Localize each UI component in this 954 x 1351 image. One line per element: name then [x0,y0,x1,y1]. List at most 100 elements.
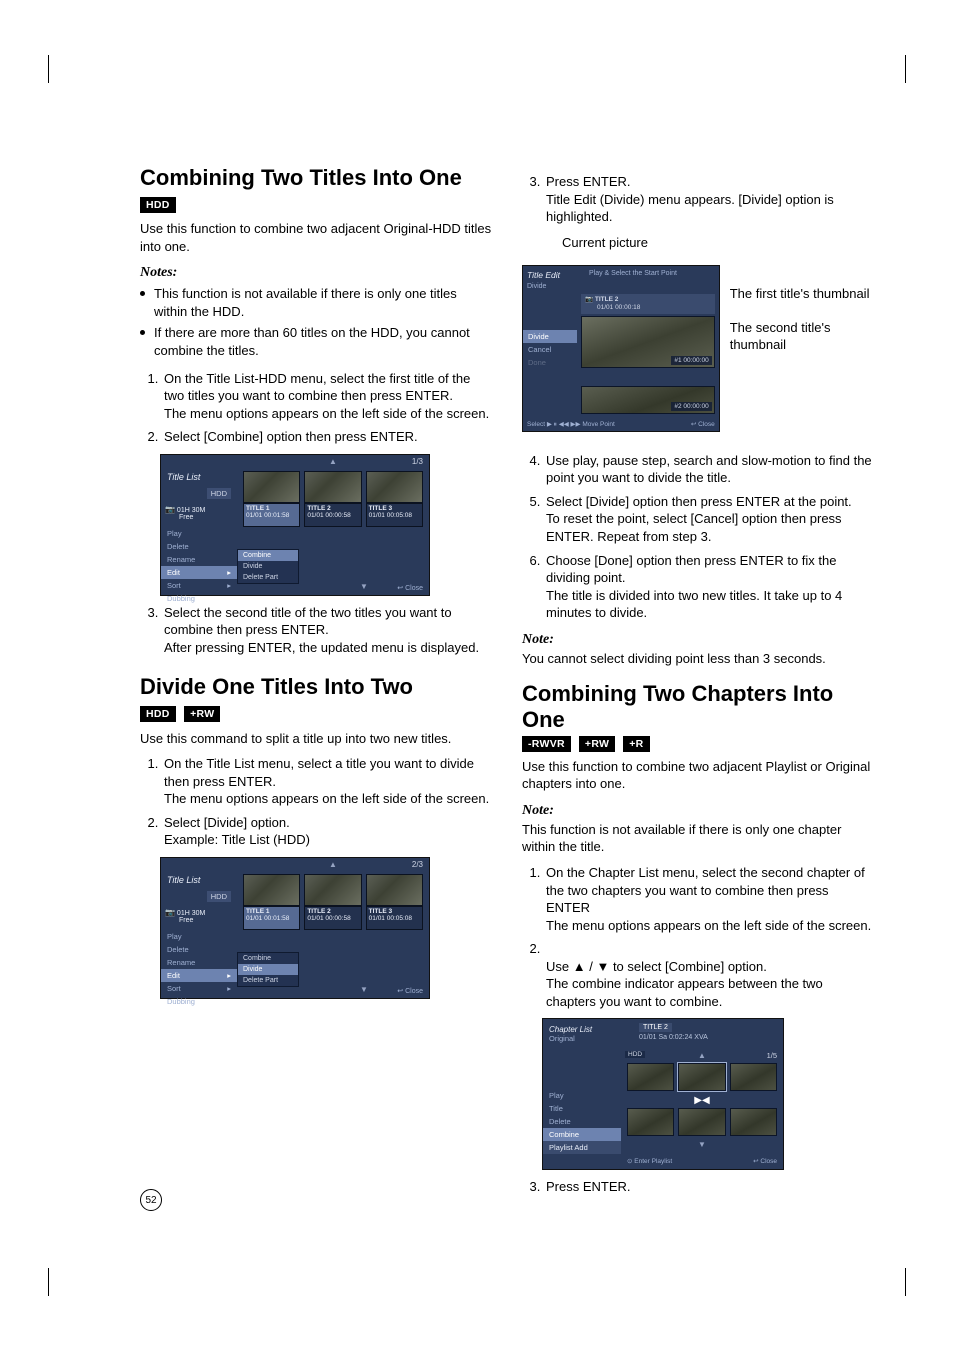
ss-left-info-dur: 01H 30M [177,507,205,514]
te-menu-cancel: Cancel [523,343,577,356]
left-column: Combining Two Titles Into One HDD Use th… [140,165,492,1204]
ss-submenu-deletepart: Delete Part [238,975,298,986]
badge-plus-r: +R [623,736,649,752]
current-picture-label: Current picture [562,234,874,252]
thumbnail [366,874,423,906]
ss-up-arrow-icon: ▲ [329,457,337,466]
ss-submenu-deletepart: Delete Part [238,572,298,583]
title-edit-figure: Title Edit Divide Play & Select the Star… [522,257,874,440]
cl-original-label: Original [549,1034,575,1043]
combine-chapters-intro: Use this function to combine two adjacen… [522,758,874,793]
ss-page-indicator: 2/3 [412,860,423,869]
cl-info: TITLE 2 01/01 Sa 0:02:24 XVA [633,1019,783,1049]
ss-menu: Play Delete Rename Edit▸ Sort▸ Dubbing [161,527,237,595]
ss-title-list-label: Title List [167,875,231,885]
ss-submenu-combine: Combine [238,550,298,561]
te-menu: Divide Cancel Done [523,330,577,369]
ss-submenu-divide: Divide [238,964,298,975]
badge-hdd: HDD [140,706,176,722]
combine-titles-steps-2: Select the second title of the two title… [140,604,492,657]
te-sub-label: Divide [527,283,546,290]
divide-intro: Use this command to split a title up int… [140,730,492,748]
ss-menu-delete: Delete [161,943,237,956]
screenshot-title-edit-divide: Title Edit Divide Play & Select the Star… [522,265,720,432]
ss-down-arrow-icon: ▼ [360,985,368,994]
heading-combine-titles: Combining Two Titles Into One [140,165,492,190]
up-triangle-icon: ▲ [573,959,586,974]
combine-chapters-steps: On the Chapter List menu, select the sec… [522,864,874,1010]
badge-plus-rw: +RW [579,736,615,752]
ss-title-list-label: Title List [167,472,231,482]
ss-submenu: Combine Divide Delete Part [237,549,299,584]
ss-menu-edit: Edit▸ [161,969,237,982]
cl-menu-title: Title [543,1102,621,1115]
notes-label: Notes: [140,265,492,281]
thumbnail [304,471,361,503]
heading-combine-chapters: Combining Two Chapters Into One [522,681,874,732]
ss-up-arrow-icon: ▲ [329,860,337,869]
divide-steps-continued: Press ENTER. Title Edit (Divide) menu ap… [522,173,874,226]
ss-menu-dubbing: Dubbing [161,592,237,605]
chapter-thumbnail [730,1063,777,1091]
ss-title-cell: TITLE 101/01 00:01:58 [243,906,300,930]
divide-steps: On the Title List menu, select a title y… [140,755,492,849]
step-item: Select [Combine] option then press ENTER… [162,428,492,446]
te-info: 📷 TITLE 2 01/01 00:00:18 [581,294,715,314]
step-item: On the Chapter List menu, select the sec… [544,864,874,934]
step-item: On the Title List-HDD menu, select the f… [162,370,492,423]
thumbnail [366,471,423,503]
badge-rwvr: -RWVR [522,736,571,752]
chapter-thumbnail [730,1108,777,1136]
ss-menu-edit: Edit▸ [161,566,237,579]
step-item: Select [Divide] option then press ENTER … [544,493,874,546]
ss-close-label: ↩ Close [397,987,423,995]
step-item: Select [Divide] option. Example: Title L… [162,814,492,849]
cl-menu-combine: Combine [543,1128,621,1141]
chapter-thumbnail [627,1063,674,1091]
combine-chapters-steps-2: Press ENTER. [522,1178,874,1196]
screenshot-title-list-combine: Title List HDD ▲ 1/3 📷 01H 30M [160,454,430,596]
note-item: This function is not available if there … [140,285,492,320]
ss-hdd-tag: HDD [207,891,231,902]
badge-hdd: HDD [140,197,176,213]
combine-titles-steps: On the Title List-HDD menu, select the f… [140,370,492,446]
example-label: Example: Title List (HDD) [164,832,310,847]
chapter-thumbnail [678,1108,725,1136]
ss-title-cell: TITLE 301/01 00:05:08 [366,906,423,930]
first-thumb-annot: The first title's thumbnail [730,285,874,303]
cl-up-arrow-icon: ▲ [698,1051,706,1060]
ss-page-indicator: 1/3 [412,457,423,466]
step-item: On the Title List menu, select a title y… [162,755,492,808]
combine-titles-notes: This function is not available if there … [140,285,492,359]
cl-hdd-badge: HDD [625,1051,645,1058]
te-title-edit-label: Title Edit [527,270,560,280]
te-hint: Play & Select the Start Point [585,266,719,294]
divide-steps-continued-2: Use play, pause step, search and slow-mo… [522,452,874,622]
ss-menu-delete: Delete [161,540,237,553]
ss-left-info-free: Free [179,917,193,924]
te-footer: Select ▶ ⏸ ◀◀ ▶▶ Move Point ↩ Close [523,418,719,431]
divide-note-body: You cannot select dividing point less th… [522,650,874,668]
ss-submenu-combine: Combine [238,953,298,964]
chapter-thumbnail [678,1063,725,1091]
cl-chapter-list-label: Chapter List [549,1025,592,1034]
second-thumb-annot: The second title's thumbnail [730,319,874,354]
cl-footer: ⊙ Enter Playlist ↩ Close [543,1155,783,1169]
ss-left-info-free: Free [179,514,193,521]
combine-chapters-note: This function is not available if there … [522,821,874,856]
te-second-thumbnail: #2 00:00:00 [581,386,715,414]
ss-submenu: Combine Divide Delete Part [237,952,299,987]
te-menu-divide: Divide [523,330,577,343]
te-tag-1: #1 00:00:00 [671,356,711,365]
right-column: Press ENTER. Title Edit (Divide) menu ap… [522,165,874,1204]
ss-menu-rename: Rename [161,956,237,969]
ss-hdd-tag: HDD [207,488,231,499]
step-item: Choose [Done] option then press ENTER to… [544,552,874,622]
ss-menu-play: Play [161,930,237,943]
ss-close-label: ↩ Close [397,584,423,592]
cl-page-indicator: 1/5 [767,1051,777,1060]
note-label: Note: [522,803,874,819]
ss-menu-sort: Sort▸ [161,579,237,592]
ss-title-cell: TITLE 101/01 00:01:58 [243,503,300,527]
combine-titles-intro: Use this function to combine two adjacen… [140,220,492,255]
